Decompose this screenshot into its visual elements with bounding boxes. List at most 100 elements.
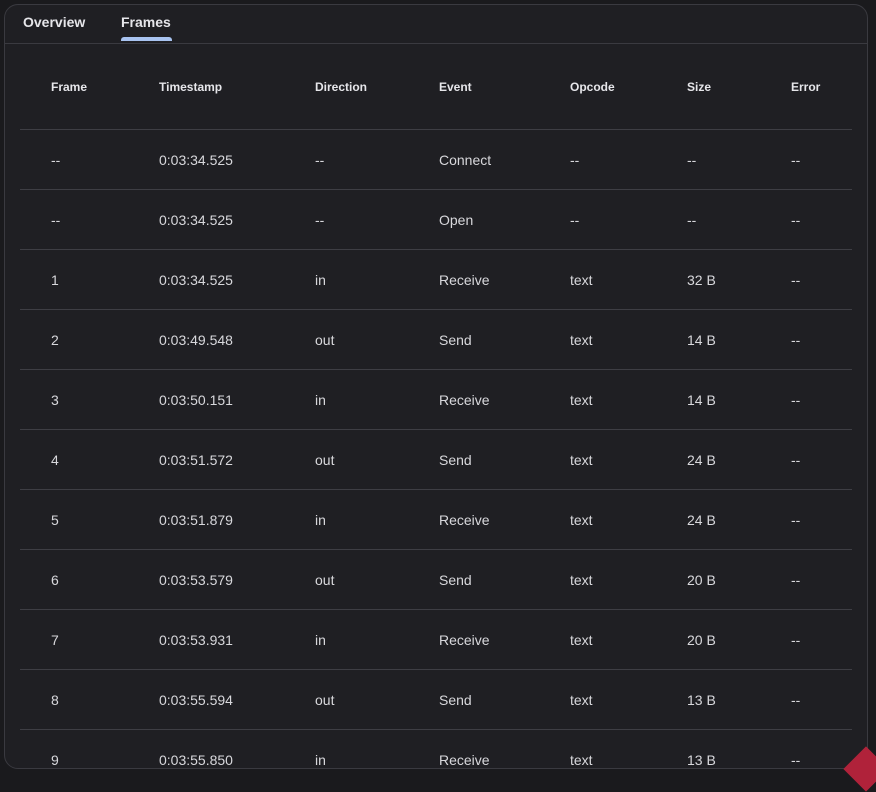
cell-event: Receive bbox=[439, 730, 570, 769]
tab-bar: Overview Frames bbox=[5, 5, 867, 44]
cell-direction: -- bbox=[315, 190, 439, 250]
table-row[interactable]: --0:03:34.525--Connect------ bbox=[20, 130, 852, 190]
cell-frame: 6 bbox=[20, 550, 159, 610]
cell-timestamp: 0:03:49.548 bbox=[159, 310, 315, 370]
cell-opcode: -- bbox=[570, 130, 687, 190]
cell-direction: out bbox=[315, 430, 439, 490]
cell-frame: 1 bbox=[20, 250, 159, 310]
table-row[interactable]: 40:03:51.572outSendtext24 B-- bbox=[20, 430, 852, 490]
cell-event: Receive bbox=[439, 490, 570, 550]
cell-frame: 7 bbox=[20, 610, 159, 670]
cell-frame: 5 bbox=[20, 490, 159, 550]
cell-timestamp: 0:03:50.151 bbox=[159, 370, 315, 430]
cell-event: Send bbox=[439, 430, 570, 490]
cell-direction: in bbox=[315, 610, 439, 670]
table-row[interactable]: 50:03:51.879inReceivetext24 B-- bbox=[20, 490, 852, 550]
cell-frame: -- bbox=[20, 130, 159, 190]
cell-error: -- bbox=[791, 190, 852, 250]
table-row[interactable]: 20:03:49.548outSendtext14 B-- bbox=[20, 310, 852, 370]
frames-table-container[interactable]: Frame Timestamp Direction Event Opcode S… bbox=[20, 44, 852, 768]
cell-timestamp: 0:03:51.572 bbox=[159, 430, 315, 490]
cell-opcode: text bbox=[570, 490, 687, 550]
cell-opcode: -- bbox=[570, 190, 687, 250]
column-header-direction[interactable]: Direction bbox=[315, 44, 439, 130]
column-header-event[interactable]: Event bbox=[439, 44, 570, 130]
table-header-row: Frame Timestamp Direction Event Opcode S… bbox=[20, 44, 852, 130]
cell-opcode: text bbox=[570, 550, 687, 610]
table-row[interactable]: 80:03:55.594outSendtext13 B-- bbox=[20, 670, 852, 730]
cell-direction: in bbox=[315, 490, 439, 550]
table-row[interactable]: 30:03:50.151inReceivetext14 B-- bbox=[20, 370, 852, 430]
cell-error: -- bbox=[791, 490, 852, 550]
cell-timestamp: 0:03:34.525 bbox=[159, 190, 315, 250]
cell-event: Receive bbox=[439, 610, 570, 670]
cell-opcode: text bbox=[570, 610, 687, 670]
cell-event: Receive bbox=[439, 370, 570, 430]
cell-size: 20 B bbox=[687, 550, 791, 610]
cell-error: -- bbox=[791, 670, 852, 730]
cell-timestamp: 0:03:53.579 bbox=[159, 550, 315, 610]
column-header-opcode[interactable]: Opcode bbox=[570, 44, 687, 130]
cell-size: 24 B bbox=[687, 430, 791, 490]
column-header-size[interactable]: Size bbox=[687, 44, 791, 130]
cell-timestamp: 0:03:53.931 bbox=[159, 610, 315, 670]
cell-event: Send bbox=[439, 670, 570, 730]
cell-direction: out bbox=[315, 310, 439, 370]
cell-size: 24 B bbox=[687, 490, 791, 550]
cell-timestamp: 0:03:34.525 bbox=[159, 130, 315, 190]
frames-table: Frame Timestamp Direction Event Opcode S… bbox=[20, 44, 852, 768]
column-header-error[interactable]: Error bbox=[791, 44, 852, 130]
cell-direction: in bbox=[315, 250, 439, 310]
cell-event: Receive bbox=[439, 250, 570, 310]
cell-timestamp: 0:03:51.879 bbox=[159, 490, 315, 550]
table-row[interactable]: 90:03:55.850inReceivetext13 B-- bbox=[20, 730, 852, 769]
cell-opcode: text bbox=[570, 730, 687, 769]
column-header-frame[interactable]: Frame bbox=[20, 44, 159, 130]
table-row[interactable]: 60:03:53.579outSendtext20 B-- bbox=[20, 550, 852, 610]
cell-frame: 8 bbox=[20, 670, 159, 730]
cell-error: -- bbox=[791, 430, 852, 490]
cell-size: 13 B bbox=[687, 670, 791, 730]
cell-timestamp: 0:03:55.850 bbox=[159, 730, 315, 769]
cell-timestamp: 0:03:55.594 bbox=[159, 670, 315, 730]
cell-size: 13 B bbox=[687, 730, 791, 769]
cell-size: -- bbox=[687, 190, 791, 250]
tab-overview[interactable]: Overview bbox=[23, 14, 85, 30]
table-row[interactable]: 10:03:34.525inReceivetext32 B-- bbox=[20, 250, 852, 310]
active-tab-indicator bbox=[121, 37, 172, 41]
cell-direction: -- bbox=[315, 130, 439, 190]
cell-frame: 4 bbox=[20, 430, 159, 490]
cell-size: 14 B bbox=[687, 310, 791, 370]
cell-error: -- bbox=[791, 250, 852, 310]
cell-opcode: text bbox=[570, 670, 687, 730]
cell-frame: -- bbox=[20, 190, 159, 250]
cell-error: -- bbox=[791, 730, 852, 769]
column-header-timestamp[interactable]: Timestamp bbox=[159, 44, 315, 130]
frames-panel: Overview Frames Frame Timestamp Directio… bbox=[4, 4, 868, 769]
table-row[interactable]: --0:03:34.525--Open------ bbox=[20, 190, 852, 250]
cell-size: 32 B bbox=[687, 250, 791, 310]
cell-error: -- bbox=[791, 550, 852, 610]
cell-opcode: text bbox=[570, 250, 687, 310]
cell-direction: out bbox=[315, 550, 439, 610]
cell-frame: 3 bbox=[20, 370, 159, 430]
cell-event: Connect bbox=[439, 130, 570, 190]
cell-event: Send bbox=[439, 310, 570, 370]
cell-event: Send bbox=[439, 550, 570, 610]
cell-error: -- bbox=[791, 370, 852, 430]
cell-direction: out bbox=[315, 670, 439, 730]
table-row[interactable]: 70:03:53.931inReceivetext20 B-- bbox=[20, 610, 852, 670]
cell-timestamp: 0:03:34.525 bbox=[159, 250, 315, 310]
tab-frames[interactable]: Frames bbox=[121, 14, 171, 30]
cell-direction: in bbox=[315, 370, 439, 430]
cell-error: -- bbox=[791, 130, 852, 190]
cell-frame: 2 bbox=[20, 310, 159, 370]
cell-error: -- bbox=[791, 610, 852, 670]
cell-error: -- bbox=[791, 310, 852, 370]
cell-opcode: text bbox=[570, 370, 687, 430]
cell-opcode: text bbox=[570, 310, 687, 370]
cell-opcode: text bbox=[570, 430, 687, 490]
cell-size: 14 B bbox=[687, 370, 791, 430]
table-body: --0:03:34.525--Connect--------0:03:34.52… bbox=[20, 130, 852, 769]
cell-size: 20 B bbox=[687, 610, 791, 670]
